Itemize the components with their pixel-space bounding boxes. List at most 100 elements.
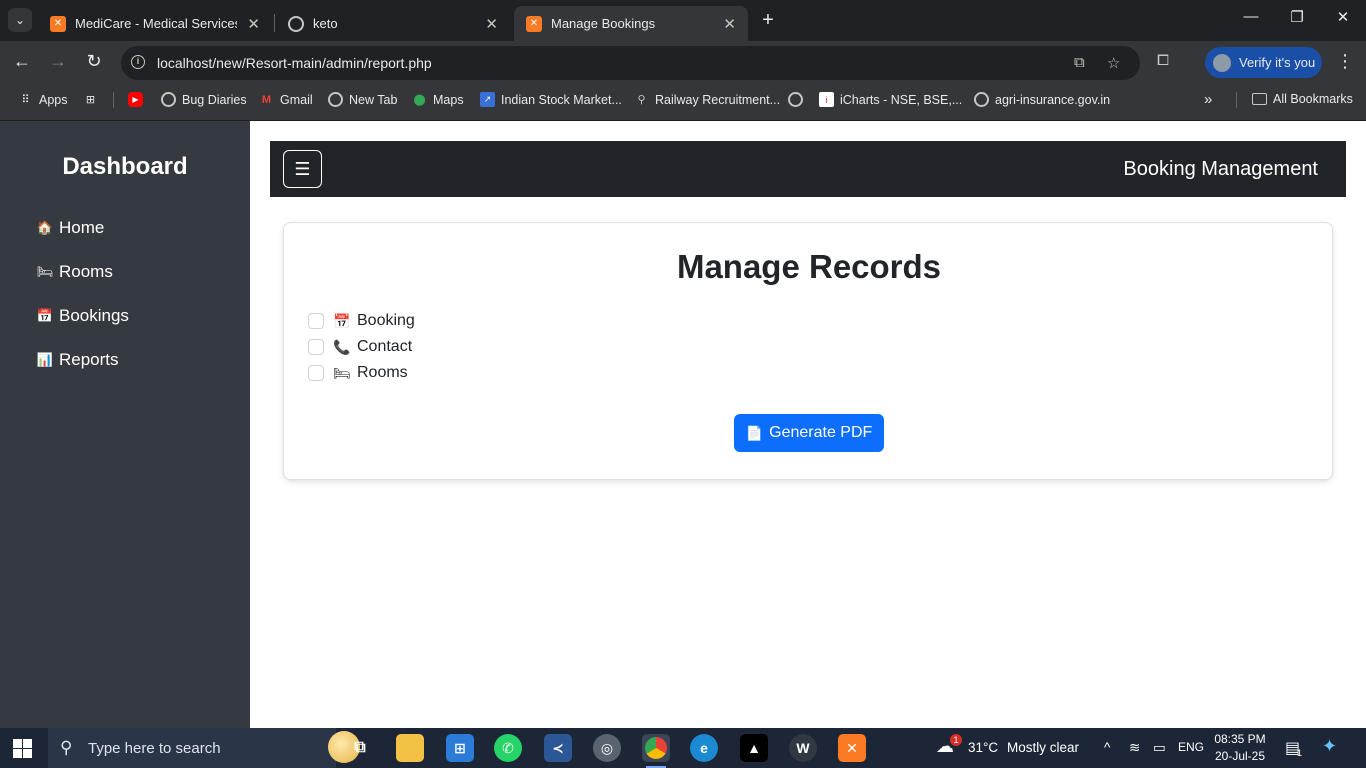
window-close-icon[interactable]: ✕: [1328, 8, 1358, 26]
bookmark-indian-stock[interactable]: ↗ Indian Stock Market...: [480, 92, 622, 107]
taskbar-clock[interactable]: 08:35 PM 20-Jul-25: [1212, 731, 1268, 765]
xampp-icon: ✕: [50, 15, 66, 32]
new-tab-button[interactable]: +: [758, 9, 778, 31]
tab-separator: [274, 14, 275, 32]
vscode-icon[interactable]: ≺: [544, 734, 572, 762]
globe-icon: [328, 92, 343, 107]
whatsapp-icon[interactable]: ✆: [494, 734, 522, 762]
search-icon: ⚲: [60, 738, 73, 757]
record-option-rooms: 🛏 Rooms: [308, 364, 408, 382]
url-text[interactable]: localhost/new/Resort-main/admin/report.p…: [157, 55, 432, 71]
rooms-checkbox[interactable]: [308, 365, 324, 381]
star-icon[interactable]: ☆: [1107, 54, 1120, 72]
tab-title: Manage Bookings: [551, 16, 656, 31]
minimize-icon[interactable]: —: [1236, 8, 1266, 25]
bookmark-label: All Bookmarks: [1273, 92, 1353, 106]
sidebar-item-rooms[interactable]: 🛏 Rooms: [37, 262, 113, 282]
menu-icon[interactable]: ⋮: [1336, 51, 1354, 72]
battery-icon[interactable]: ▭: [1153, 740, 1166, 756]
bookmark-gmail[interactable]: M Gmail: [259, 92, 313, 107]
sidebar-item-bookings[interactable]: 📅 Bookings: [37, 306, 129, 326]
restore-icon[interactable]: ❐: [1282, 8, 1312, 26]
option-label: Booking: [357, 312, 415, 329]
navbar-brand[interactable]: Booking Management: [1123, 158, 1318, 181]
xampp-icon: ✕: [526, 15, 542, 32]
bed-icon: 🛏: [36, 264, 54, 279]
globe-icon: [161, 92, 176, 107]
record-option-booking: 📅 Booking: [308, 312, 415, 330]
gmail-icon: M: [261, 93, 272, 106]
bookmark-maps[interactable]: ⬤ Maps: [412, 92, 464, 107]
extensions-icon[interactable]: ⧠: [1157, 52, 1169, 69]
bookmark-globe[interactable]: [788, 92, 809, 107]
bookmark-icharts[interactable]: i iCharts - NSE, BSE,...: [819, 92, 962, 107]
tab-medicare[interactable]: ✕ MediCare - Medical Services ✕: [38, 6, 272, 41]
bookmark-railway[interactable]: ⚲ Railway Recruitment...: [634, 92, 780, 107]
windows-start-icon[interactable]: [13, 739, 32, 758]
bookmark-apps[interactable]: ⠿ Apps: [18, 92, 67, 107]
tab-keto[interactable]: keto ✕: [276, 6, 510, 41]
wordpress-icon[interactable]: W: [789, 734, 817, 762]
task-view-icon[interactable]: ⧉: [346, 734, 374, 762]
xampp-icon[interactable]: ✕: [838, 734, 866, 762]
address-bar[interactable]: i localhost/new/Resort-main/admin/report…: [121, 46, 1140, 80]
close-icon[interactable]: ✕: [723, 15, 736, 33]
booking-checkbox[interactable]: [308, 313, 324, 329]
bookmark-label: Maps: [433, 92, 464, 107]
apps-grid-icon: ⠿: [21, 94, 30, 106]
verify-profile-button[interactable]: Verify it's you: [1205, 47, 1322, 78]
taskbar-search-box[interactable]: ⚲ Type here to search: [48, 728, 360, 768]
sidebar-toggle-button[interactable]: ☰: [283, 150, 322, 188]
telephone-icon: 📞: [333, 338, 351, 355]
terminal-icon[interactable]: ▲: [740, 734, 768, 762]
contact-checkbox[interactable]: [308, 339, 324, 355]
bookmark-label: agri-insurance.gov.in: [995, 92, 1111, 107]
avatar: [1213, 53, 1231, 72]
back-icon[interactable]: ←: [10, 51, 34, 72]
bookmark-tab-groups[interactable]: ⊞: [83, 92, 104, 107]
bookmark-label: Indian Stock Market...: [501, 92, 622, 107]
translate-icon[interactable]: ⧉: [1074, 54, 1085, 71]
sidebar-item-home[interactable]: 🏠 Home: [37, 218, 104, 238]
copilot-icon[interactable]: ✦: [1322, 736, 1337, 757]
manage-records-card: Manage Records 📅 Booking 📞 Contact 🛏 Roo…: [283, 222, 1333, 480]
generate-pdf-button[interactable]: 📄 Generate PDF: [734, 414, 884, 452]
top-navbar: ☰ Booking Management: [270, 141, 1346, 197]
language-indicator[interactable]: ENG: [1178, 740, 1204, 754]
bookmark-label: Bug Diaries: [182, 92, 247, 107]
sidebar-item-reports[interactable]: 📊 Reports: [37, 350, 119, 370]
clock-date: 20-Jul-25: [1214, 749, 1266, 763]
forward-icon[interactable]: →: [46, 51, 70, 72]
tab-manage-bookings[interactable]: ✕ Manage Bookings ✕: [514, 6, 748, 41]
edge-icon[interactable]: e: [690, 734, 718, 762]
tab-title: keto: [313, 16, 338, 31]
wifi-icon[interactable]: ≋: [1129, 740, 1140, 756]
weather-desc[interactable]: Mostly clear: [1007, 740, 1079, 755]
bar-chart-icon: 📊: [36, 352, 54, 367]
sidebar-item-label: Bookings: [59, 306, 129, 325]
bookmark-new-tab[interactable]: New Tab: [328, 92, 397, 107]
tab-search-button[interactable]: ⌄: [8, 8, 32, 32]
chevron-up-icon[interactable]: ^: [1104, 740, 1110, 755]
bed-icon: 🛏: [333, 364, 351, 381]
microsoft-store-icon[interactable]: ⊞: [446, 734, 474, 762]
sidebar: Dashboard 🏠 Home 🛏 Rooms 📅 Bookings 📊 Re…: [0, 121, 250, 728]
bookmark-bug-diaries[interactable]: Bug Diaries: [161, 92, 247, 107]
document-icon: 📄: [745, 424, 764, 441]
icharts-icon: i: [819, 92, 834, 107]
site-info-icon[interactable]: i: [131, 55, 145, 69]
close-icon[interactable]: ✕: [247, 15, 260, 33]
chrome-icon[interactable]: [642, 734, 670, 768]
bookmark-agri-insurance[interactable]: agri-insurance.gov.in: [974, 92, 1110, 107]
more-bookmarks-icon[interactable]: »: [1204, 91, 1212, 108]
page-title: Manage Records: [676, 248, 942, 285]
weather-temp[interactable]: 31°C: [968, 740, 998, 755]
close-icon[interactable]: ✕: [485, 15, 498, 33]
sidebar-item-label: Rooms: [59, 262, 113, 281]
file-explorer-icon[interactable]: [396, 734, 424, 762]
app-icon[interactable]: ◎: [593, 734, 621, 762]
tab-strip: ⌄ ✕ MediCare - Medical Services ✕ keto ✕…: [0, 0, 1366, 41]
reload-icon[interactable]: ↻: [82, 51, 106, 72]
bookmark-youtube[interactable]: ▶: [128, 92, 149, 107]
all-bookmarks[interactable]: All Bookmarks: [1252, 92, 1353, 106]
